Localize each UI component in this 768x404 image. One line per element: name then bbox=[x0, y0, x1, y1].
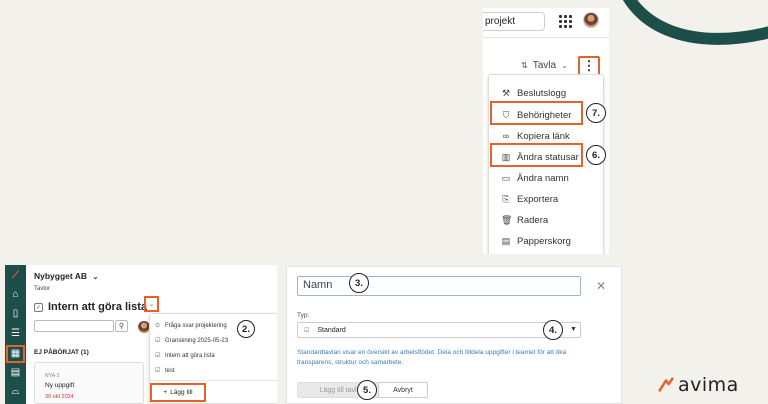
menu-list-icon[interactable]: ☰ bbox=[8, 326, 23, 341]
checkbox-icon: ☑ bbox=[155, 368, 161, 374]
menu-item-label: Kopiera länk bbox=[517, 130, 570, 142]
step-badge: 3. bbox=[349, 273, 369, 293]
menu-item-delete[interactable]: 🗑 Radera bbox=[489, 210, 605, 230]
cancel-button[interactable]: Avbryt bbox=[378, 382, 428, 398]
new-board-dialog: Namn 3. ✕ Typ: ☑ Standard ▼ 4. Standardt… bbox=[286, 266, 622, 404]
board-menu-item[interactable]: ☑ Granskning 2025-05-23 bbox=[155, 337, 229, 345]
brand-mark-icon bbox=[658, 377, 674, 392]
board-title: Intern att göra lista bbox=[48, 301, 148, 313]
chevron-down-icon: ⌄ bbox=[92, 274, 99, 281]
board-menu-label: Intern att göra lista bbox=[165, 352, 215, 359]
board-name-input[interactable]: Namn bbox=[297, 276, 581, 296]
divider bbox=[150, 380, 277, 381]
step-badge: 4. bbox=[543, 320, 563, 340]
board-switcher-menu: ⊙ Fråga svar projektering ☑ Granskning 2… bbox=[149, 313, 277, 404]
question-icon: ⊙ bbox=[155, 323, 161, 329]
user-avatar[interactable] bbox=[583, 12, 599, 28]
checkbox-icon: ☑ bbox=[155, 338, 161, 344]
close-icon[interactable]: ✕ bbox=[596, 279, 606, 293]
trash-icon: 🗑 bbox=[501, 214, 513, 225]
app-logo-icon: ⟋ bbox=[12, 270, 19, 281]
inbox-icon[interactable]: ⌓ bbox=[8, 384, 23, 399]
menu-item-rename[interactable]: ▭ Ändra namn bbox=[489, 168, 605, 188]
task-id: NYA-3 bbox=[45, 373, 60, 379]
top-bar: projekt bbox=[483, 8, 609, 38]
brand-name: avima bbox=[678, 374, 739, 396]
search-input[interactable] bbox=[34, 320, 114, 332]
brand-logo: avima bbox=[657, 374, 739, 396]
menu-item-label: Beslutslogg bbox=[517, 87, 567, 99]
highlight-boards-nav bbox=[6, 345, 25, 363]
caret-down-icon: ▼ bbox=[570, 326, 577, 333]
chevron-down-icon: ⌄ bbox=[561, 61, 568, 70]
task-due-date: 30 okt 2024 bbox=[45, 394, 74, 400]
org-name: Nybygget AB bbox=[34, 271, 88, 281]
view-selector[interactable]: ⇅ Tavla ⌄ bbox=[521, 60, 568, 71]
sidebar: ⟋ ⌂ ▯ ☰ ▦ ▤ ⌓ bbox=[5, 265, 26, 404]
board-type-select[interactable]: ☑ Standard ▼ bbox=[297, 322, 581, 338]
highlight-permissions bbox=[490, 101, 583, 125]
board-type-description: Standardtavlan visar en översikt av arbe… bbox=[297, 349, 567, 366]
breadcrumb[interactable]: Tavlor bbox=[34, 286, 50, 292]
boards-app: ⟋ ⌂ ▯ ☰ ▦ ▤ ⌓ Nybygget AB ⌄ Tavlor ✓ Int… bbox=[5, 265, 277, 404]
apps-grid-icon[interactable] bbox=[559, 15, 572, 28]
board-menu-label: test bbox=[165, 367, 175, 374]
org-selector[interactable]: Nybygget AB ⌄ bbox=[34, 271, 98, 281]
board-menu-label: Granskning 2025-05-23 bbox=[165, 337, 229, 344]
wrench-icon: ⚒ bbox=[501, 87, 511, 98]
highlight-statuses bbox=[490, 143, 583, 167]
board-title-row: ✓ Intern att göra lista bbox=[34, 301, 147, 313]
plus-icon: + bbox=[163, 389, 168, 396]
app-main: Nybygget AB ⌄ Tavlor ✓ Intern att göra l… bbox=[26, 265, 277, 404]
archive-icon: ▤ bbox=[501, 235, 511, 246]
menu-item-label: Papperskorg bbox=[517, 235, 571, 247]
board-menu-item[interactable]: ☑ Intern att göra lista bbox=[155, 352, 215, 360]
checkbox-icon: ✓ bbox=[34, 302, 43, 312]
checkbox-icon: ☑ bbox=[155, 353, 161, 359]
menu-item-label: Radera bbox=[517, 214, 549, 226]
step-badge: 2. bbox=[237, 320, 255, 338]
link-icon: ∞ bbox=[502, 131, 510, 141]
task-name: Ny uppgift bbox=[45, 382, 75, 389]
more-options-button[interactable]: ⋮ bbox=[578, 56, 600, 76]
menu-item-label: Ändra namn bbox=[517, 172, 569, 184]
step-badge: 5. bbox=[357, 380, 377, 400]
column-header: EJ PÅBÖRJAT (1) bbox=[34, 349, 89, 356]
sort-icon: ⇅ bbox=[521, 61, 528, 70]
export-icon: ⎘ bbox=[502, 193, 510, 204]
add-board-label: Lägg till bbox=[170, 389, 193, 396]
menu-item-trash-bin[interactable]: ▤ Papperskorg bbox=[489, 231, 605, 251]
task-card[interactable]: NYA-3 Ny uppgift 30 okt 2024 bbox=[34, 362, 144, 404]
tasks-icon[interactable]: ▤ bbox=[8, 365, 23, 380]
step-badge: 6. bbox=[586, 145, 606, 165]
board-type-value: Standard bbox=[317, 326, 346, 334]
board-switcher-button[interactable]: ⌄ bbox=[144, 296, 159, 312]
home-icon[interactable]: ⌂ bbox=[8, 287, 23, 302]
rename-icon: ▭ bbox=[501, 172, 511, 183]
board-menu-label: Fråga svar projektering bbox=[165, 322, 227, 329]
add-board-button[interactable]: + Lägg till bbox=[150, 383, 206, 402]
search-icon[interactable]: ⚲ bbox=[115, 320, 128, 332]
checkbox-icon: ☑ bbox=[304, 327, 310, 334]
board-menu-item[interactable]: ☑ test bbox=[155, 367, 175, 375]
search-input[interactable]: projekt bbox=[483, 12, 545, 31]
decorative-arc bbox=[623, 0, 768, 45]
view-selector-label: Tavla bbox=[532, 60, 557, 71]
menu-item-label: Exportera bbox=[517, 193, 559, 205]
board-options-panel: projekt ⇅ Tavla ⌄ ⋮ ⚒ Beslutslogg ⛉ Behö… bbox=[483, 8, 609, 254]
type-label: Typ: bbox=[297, 312, 310, 319]
menu-item-decision-log[interactable]: ⚒ Beslutslogg bbox=[489, 83, 605, 103]
menu-item-export[interactable]: ⎘ Exportera bbox=[489, 189, 605, 209]
board-menu-item[interactable]: ⊙ Fråga svar projektering bbox=[155, 322, 227, 330]
document-icon[interactable]: ▯ bbox=[8, 306, 23, 321]
step-badge: 7. bbox=[586, 103, 606, 123]
